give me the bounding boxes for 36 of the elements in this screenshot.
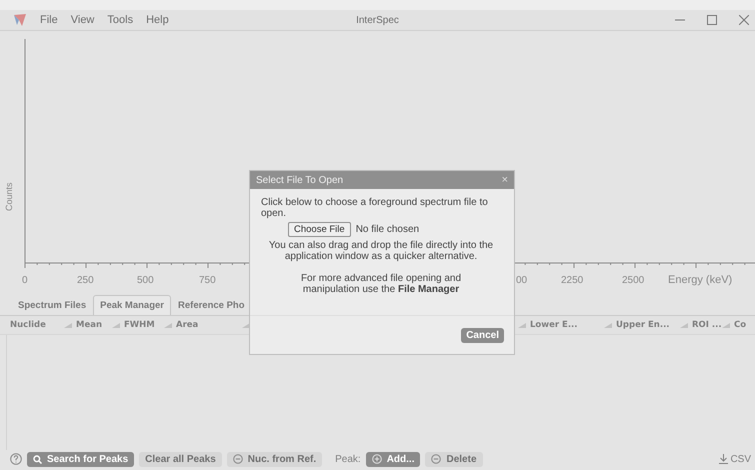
axis-label: Counts xyxy=(4,182,14,211)
tab[interactable]: Reference Pho xyxy=(171,295,252,315)
add-button[interactable]: Add... xyxy=(366,452,420,466)
menu-item[interactable]: View xyxy=(70,14,94,26)
tab[interactable]: Spectrum Files xyxy=(11,295,94,315)
tab[interactable]: Peak Manager xyxy=(93,295,172,315)
column-header[interactable]: Co xyxy=(734,320,755,330)
tick-label: 0 xyxy=(22,275,28,286)
menu-item[interactable]: Tools xyxy=(107,14,134,26)
csv-link[interactable]: CSV xyxy=(719,454,755,464)
file-status: No file chosen xyxy=(356,224,420,235)
peak-label: Peak: xyxy=(335,454,361,464)
column-header[interactable]: FWHM xyxy=(124,320,176,330)
column-header[interactable]: Upper En... xyxy=(616,320,692,330)
dialog-title: Select File To Open xyxy=(256,174,344,186)
axis-label: Energy (keV) xyxy=(668,274,732,286)
menu-item[interactable]: File xyxy=(40,14,58,26)
drag-drop-note: You can also drag and drop the file directly into the application window as a quicker alternative. xyxy=(268,240,494,262)
file-manager-note: For more advanced file opening and manipulation use the File Manager xyxy=(300,273,462,295)
tick-label: 500 xyxy=(137,275,154,286)
column-header[interactable]: Mean xyxy=(76,320,124,330)
tick-label: 00 xyxy=(516,275,528,286)
column-header[interactable]: ROI ... xyxy=(692,320,734,330)
choose-file-button[interactable]: Choose File xyxy=(288,222,351,237)
instruction-text: Click below to choose a foreground spectrum file to open. xyxy=(261,197,489,219)
window-title: InterSpec xyxy=(356,14,399,26)
cancel-button[interactable]: Cancel xyxy=(461,328,504,342)
close-button[interactable]: × xyxy=(502,174,508,186)
tick-label: 2500 xyxy=(622,275,644,286)
column-header[interactable]: Nuclide xyxy=(10,320,76,330)
tick-label: 750 xyxy=(199,275,216,286)
search-button[interactable]: Search for Peaks xyxy=(27,452,134,466)
tick-label: 2250 xyxy=(561,275,584,286)
column-header[interactable]: Lower E... xyxy=(530,320,616,330)
tick-label: 250 xyxy=(77,275,94,286)
menu-item[interactable]: Help xyxy=(146,14,169,26)
